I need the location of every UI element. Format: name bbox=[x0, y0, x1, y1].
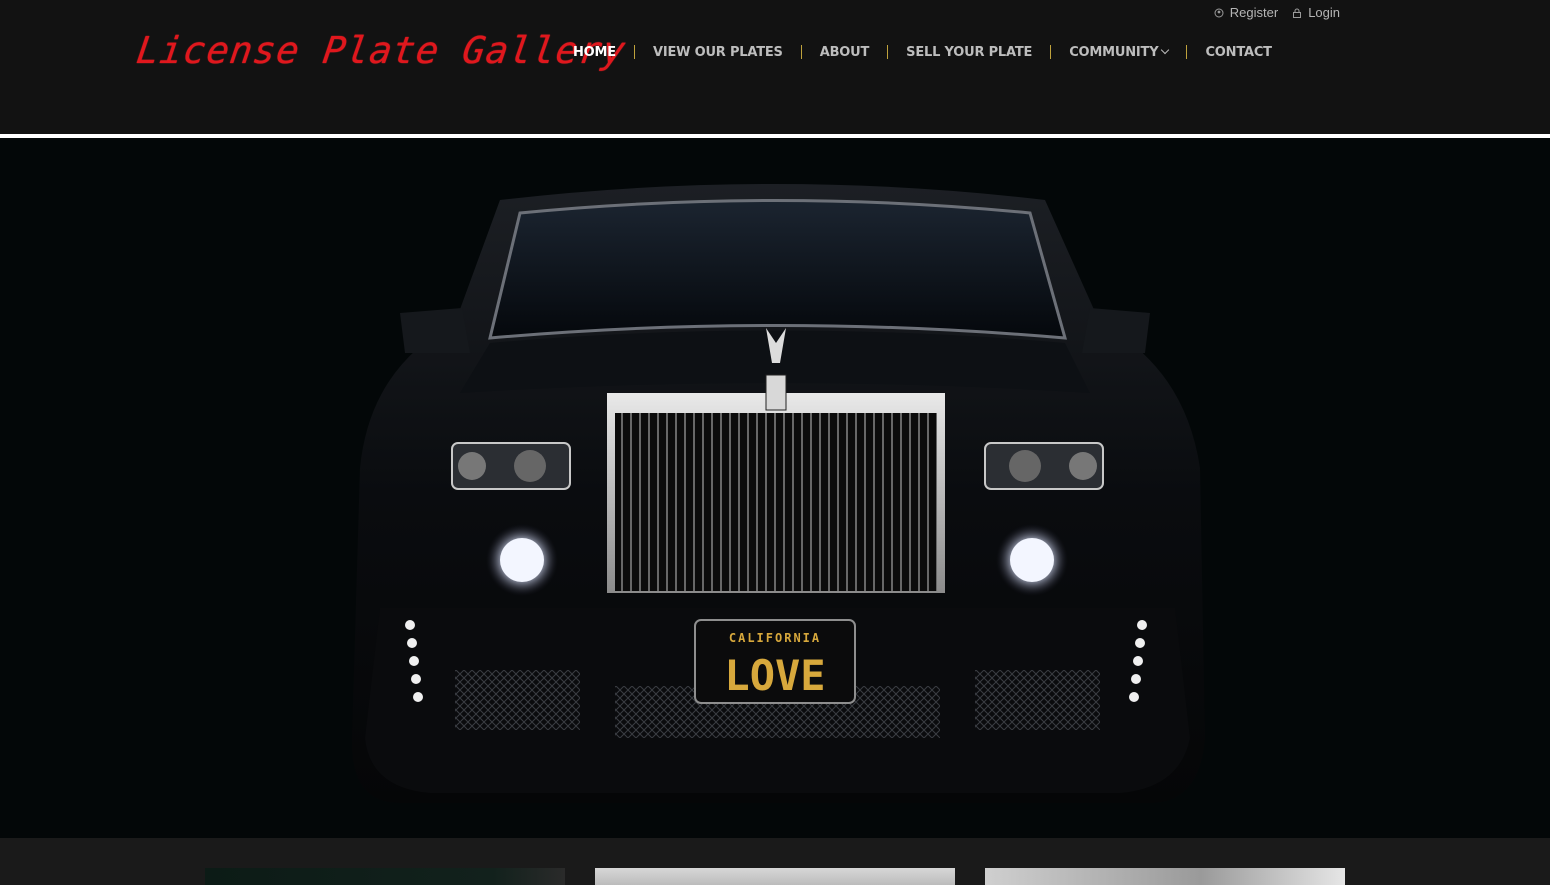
nav-community[interactable]: COMMUNITY bbox=[1051, 45, 1186, 60]
lock-icon bbox=[1293, 8, 1302, 18]
featured-card[interactable] bbox=[595, 868, 955, 885]
register-label: Register bbox=[1229, 5, 1279, 20]
nav-view-our-plates[interactable]: VIEW OUR PLATES bbox=[635, 45, 801, 60]
nav-community-label: COMMUNITY bbox=[1069, 44, 1159, 60]
nav-about[interactable]: ABOUT bbox=[802, 45, 887, 60]
plate-text: LOVE bbox=[724, 651, 825, 700]
login-link[interactable]: Login bbox=[1292, 5, 1340, 20]
site-header: License Plate Gallery Register Login HOM… bbox=[0, 0, 1550, 135]
site-logo[interactable]: License Plate Gallery bbox=[134, 26, 629, 74]
main-nav: HOME VIEW OUR PLATES ABOUT SELL YOUR PLA… bbox=[555, 42, 1290, 62]
register-icon bbox=[1214, 8, 1224, 17]
register-link[interactable]: Register bbox=[1214, 5, 1278, 20]
hero-car-image: CALIFORNIA LOVE bbox=[351, 184, 1205, 803]
nav-home[interactable]: HOME bbox=[555, 45, 634, 60]
featured-card[interactable] bbox=[985, 868, 1345, 885]
login-label: Login bbox=[1308, 5, 1340, 20]
nav-sell-your-plate[interactable]: SELL YOUR PLATE bbox=[888, 45, 1050, 60]
featured-plates-strip bbox=[0, 838, 1550, 885]
nav-contact[interactable]: CONTACT bbox=[1187, 45, 1289, 60]
plate-state: CALIFORNIA bbox=[729, 631, 821, 645]
featured-card[interactable] bbox=[205, 868, 565, 885]
hero-banner: CALIFORNIA LOVE bbox=[0, 138, 1550, 838]
chevron-down-icon bbox=[1161, 45, 1170, 54]
account-links: Register Login bbox=[1214, 5, 1340, 20]
